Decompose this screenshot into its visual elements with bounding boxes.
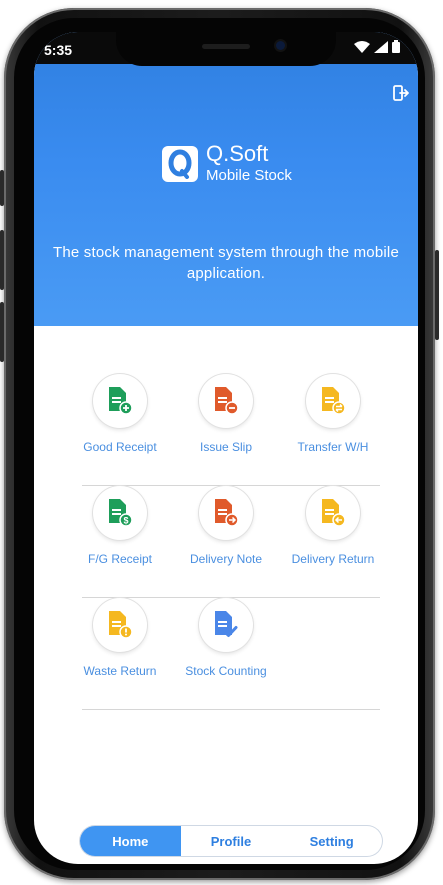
menu-item-good-receipt[interactable]: Good Receipt bbox=[61, 374, 179, 454]
document-return-icon bbox=[322, 499, 346, 527]
menu-item-delivery-note[interactable]: Delivery Note bbox=[167, 486, 285, 566]
status-bar: 5:35 bbox=[34, 32, 418, 66]
phone-side-button bbox=[435, 250, 439, 340]
q-logo-icon bbox=[162, 146, 198, 182]
tab-home[interactable]: Home bbox=[80, 826, 181, 856]
menu-item-label: Stock Counting bbox=[185, 664, 267, 678]
phone-side-button bbox=[0, 170, 4, 206]
menu-item-label: Waste Return bbox=[83, 664, 157, 678]
phone-side-button bbox=[0, 230, 4, 290]
speaker-grille bbox=[202, 44, 250, 49]
menu-item-label: Transfer W/H bbox=[297, 440, 369, 454]
status-time: 5:35 bbox=[44, 42, 73, 58]
document-plus-icon bbox=[109, 387, 133, 415]
menu-item-label: Delivery Return bbox=[291, 552, 375, 566]
menu-item-fg-receipt[interactable]: $ F/G Receipt bbox=[61, 486, 179, 566]
document-check-icon bbox=[215, 611, 238, 637]
logout-icon[interactable] bbox=[392, 84, 410, 102]
svg-text:$: $ bbox=[123, 516, 128, 526]
document-money-icon: $ bbox=[109, 499, 133, 527]
menu-item-delivery-return[interactable]: Delivery Return bbox=[274, 486, 392, 566]
battery-icon bbox=[392, 40, 400, 53]
document-transfer-icon bbox=[322, 387, 346, 415]
phone-notch bbox=[116, 32, 336, 66]
menu-divider bbox=[82, 709, 380, 710]
menu-item-label: Issue Slip bbox=[199, 440, 253, 454]
menu-item-label: Delivery Note bbox=[189, 552, 263, 566]
document-alert-icon bbox=[109, 611, 133, 639]
menu-row: Waste Return Stock Counting bbox=[34, 598, 418, 710]
hero-banner: Q.Soft Mobile Stock The stock management… bbox=[34, 32, 418, 326]
signal-icon bbox=[374, 40, 388, 53]
wifi-icon bbox=[354, 40, 370, 53]
menu-row: $ F/G Receipt Delivery Note Delivery Ret… bbox=[34, 486, 418, 598]
app-subtitle: Mobile Stock bbox=[206, 167, 292, 184]
app-screen: Q.Soft Mobile Stock The stock management… bbox=[34, 32, 418, 864]
document-arrow-icon bbox=[215, 499, 239, 527]
menu-item-waste-return[interactable]: Waste Return bbox=[61, 598, 179, 678]
menu-item-stock-counting[interactable]: Stock Counting bbox=[167, 598, 285, 678]
menu-item-label: F/G Receipt bbox=[87, 552, 153, 566]
menu-item-transfer-wh[interactable]: Transfer W/H bbox=[274, 374, 392, 454]
app-name: Q.Soft bbox=[206, 141, 269, 166]
tab-setting[interactable]: Setting bbox=[281, 826, 382, 856]
document-minus-icon bbox=[215, 387, 239, 415]
app-brand: Q.Soft Mobile Stock bbox=[162, 142, 292, 186]
phone-side-button bbox=[0, 302, 4, 362]
bottom-tab-bar: Home Profile Setting bbox=[80, 826, 382, 856]
menu-item-label: Good Receipt bbox=[83, 440, 157, 454]
app-tagline: The stock management system through the … bbox=[52, 244, 400, 282]
front-camera bbox=[276, 41, 285, 50]
menu-row: Good Receipt Issue Slip Transfer W/H bbox=[34, 374, 418, 486]
menu-item-issue-slip[interactable]: Issue Slip bbox=[167, 374, 285, 454]
tab-profile[interactable]: Profile bbox=[181, 826, 282, 856]
